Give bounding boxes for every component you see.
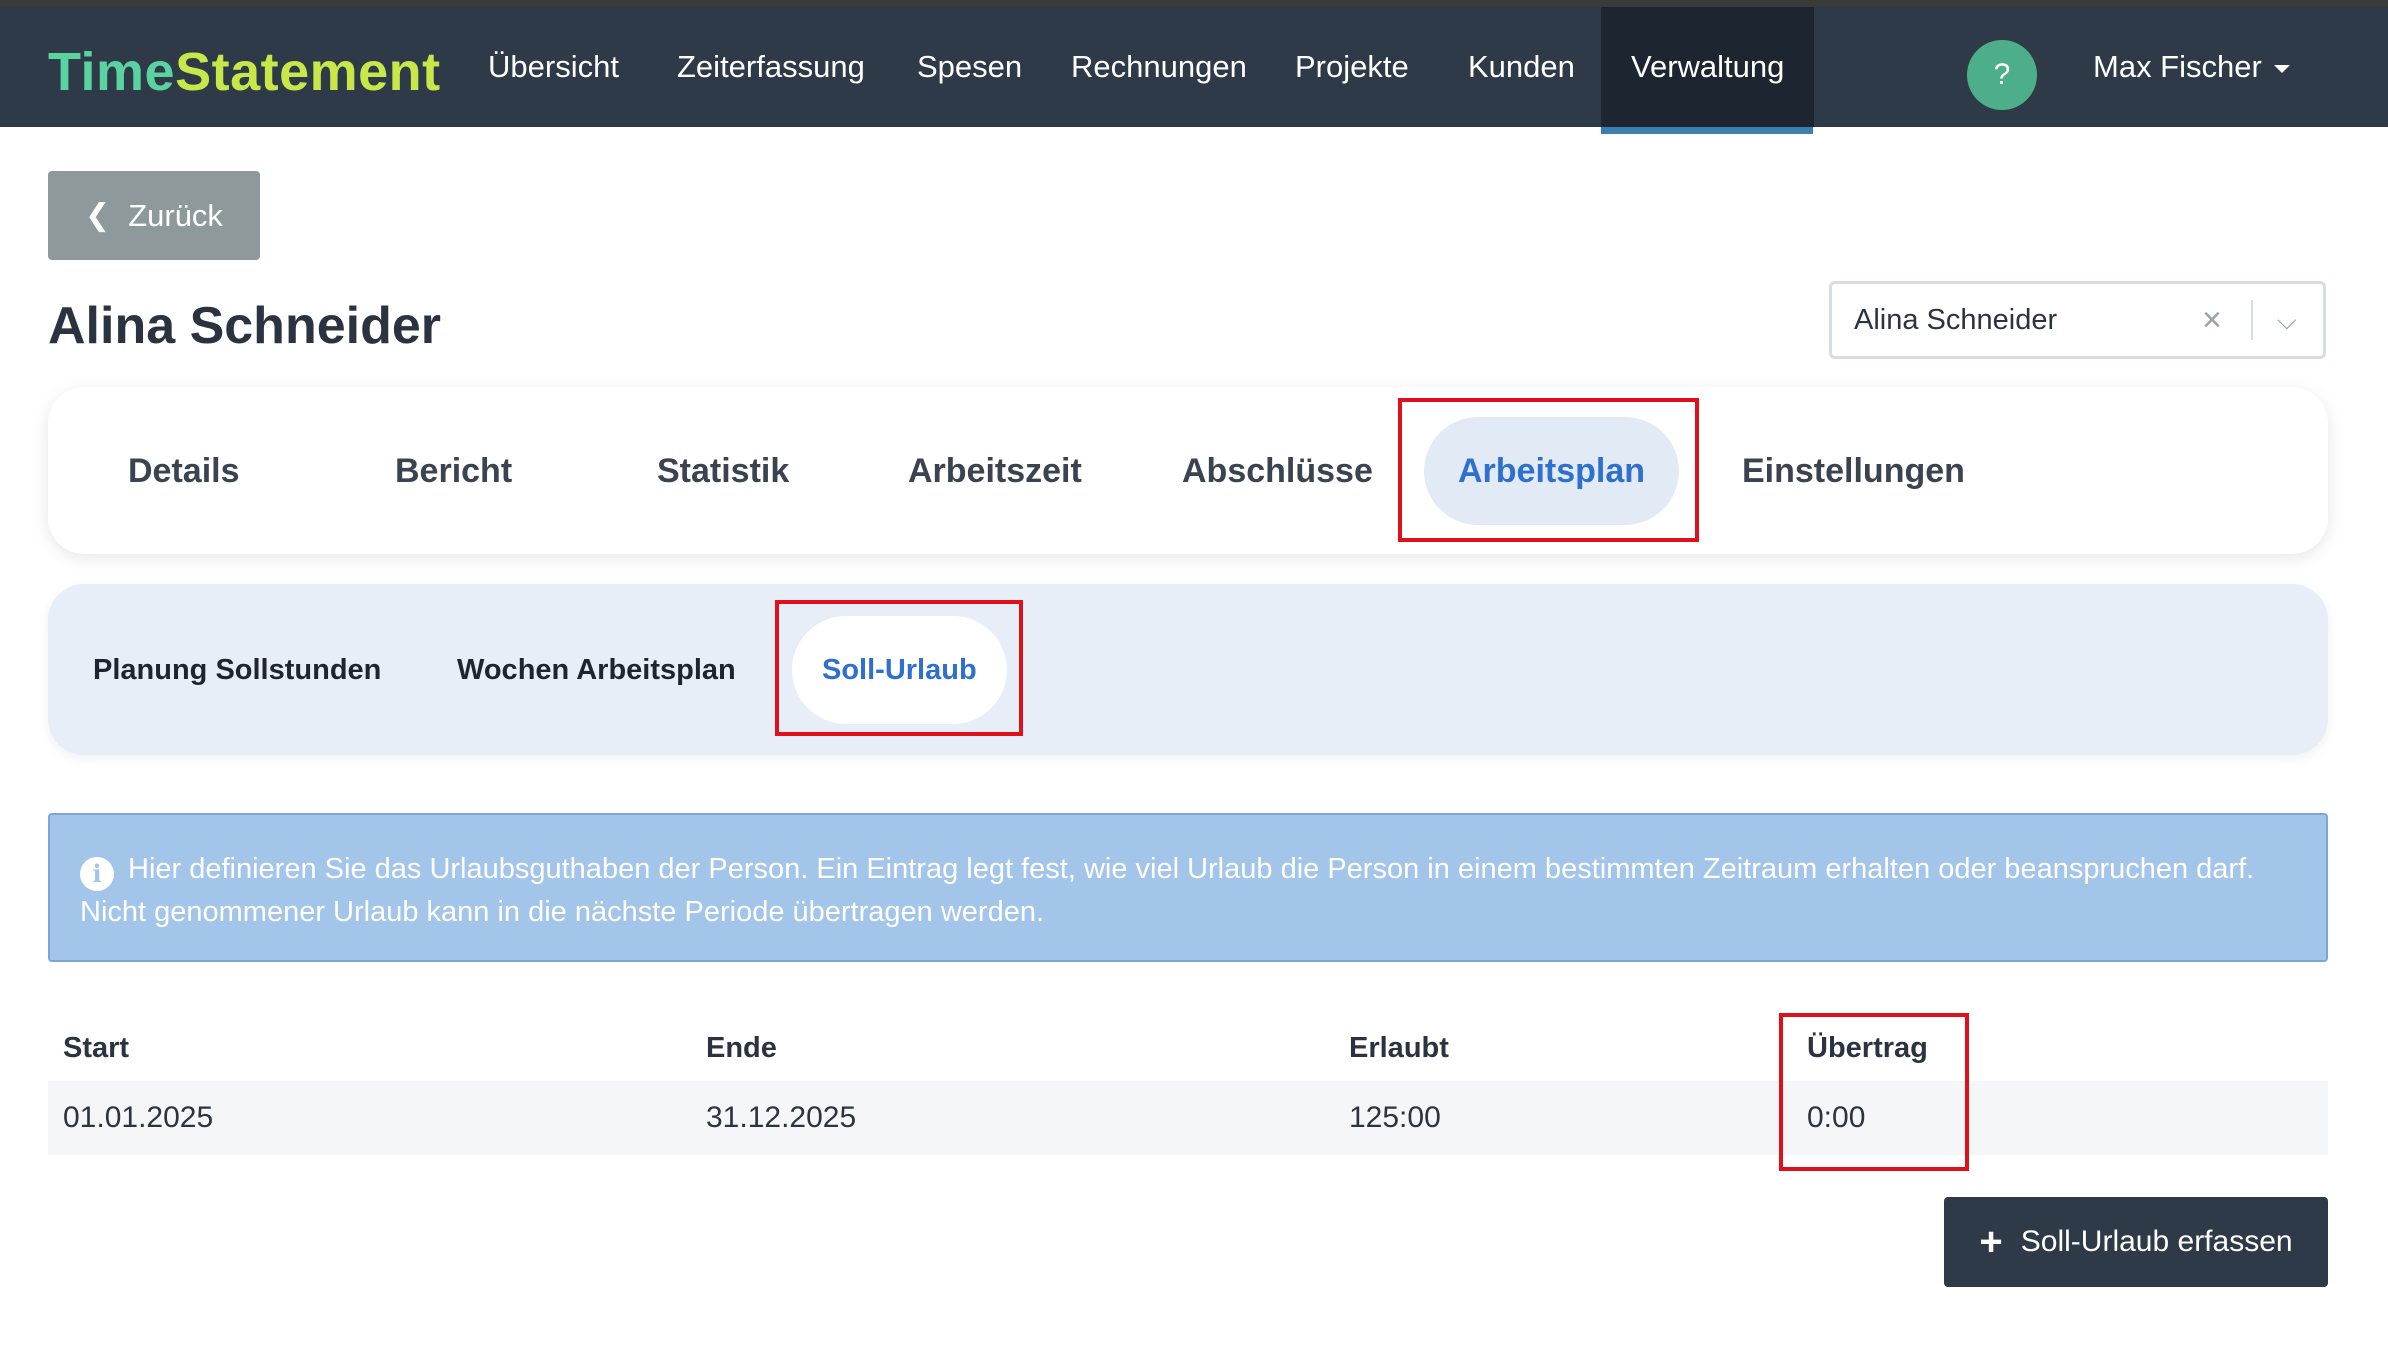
column-header-start[interactable]: Start <box>63 1013 129 1083</box>
user-name: Max Fischer <box>2093 49 2262 84</box>
tab-details[interactable]: Details <box>128 417 240 525</box>
cell-erlaubt: 125:00 <box>1349 1101 1441 1134</box>
tab-arbeitsplan[interactable]: Arbeitsplan <box>1424 417 1680 525</box>
subtab-soll-urlaub[interactable]: Soll-Urlaub <box>792 616 1007 724</box>
info-icon: i <box>80 857 114 891</box>
nav-item-spesen[interactable]: Spesen <box>917 7 1022 127</box>
table-row[interactable]: 01.01.2025 31.12.2025 125:00 0:00 <box>48 1081 2328 1155</box>
user-menu[interactable]: Max Fischer <box>2093 7 2290 127</box>
back-button[interactable]: ❮ Zurück <box>48 171 260 260</box>
column-header-ende[interactable]: Ende <box>706 1013 777 1083</box>
nav-item-kunden[interactable]: Kunden <box>1468 7 1575 127</box>
brand-part-time: Time <box>48 42 176 102</box>
subtab-wochen-arbeitsplan[interactable]: Wochen Arbeitsplan <box>457 616 736 724</box>
info-text-line2: Nicht genommener Urlaub kann in die näch… <box>80 896 1045 928</box>
select-separator <box>2251 300 2253 340</box>
tab-abschluesse[interactable]: Abschlüsse <box>1182 417 1373 525</box>
top-navbar: TimeStatement Übersicht Zeiterfassung Sp… <box>0 7 2388 127</box>
nav-item-verwaltung[interactable]: Verwaltung <box>1601 7 1815 127</box>
chevron-down-icon[interactable]: ⌵ <box>2277 284 2297 356</box>
cell-uebertrag: 0:00 <box>1807 1101 1866 1134</box>
nav-item-uebersicht[interactable]: Übersicht <box>488 7 619 127</box>
info-text-line1: Hier definieren Sie das Urlaubsguthaben … <box>128 853 2255 885</box>
info-alert: i Hier definieren Sie das Urlaubsguthaben… <box>48 813 2328 962</box>
cell-ende: 31.12.2025 <box>706 1101 857 1134</box>
add-soll-urlaub-button[interactable]: + Soll-Urlaub erfassen <box>1944 1197 2328 1287</box>
column-header-uebertrag[interactable]: Übertrag <box>1807 1013 1928 1083</box>
help-button[interactable]: ? <box>1967 40 2037 110</box>
tab-bericht[interactable]: Bericht <box>395 417 512 525</box>
add-button-label: Soll-Urlaub erfassen <box>2020 1225 2293 1258</box>
brand-part-statement: Statement <box>175 42 441 102</box>
tab-arbeitszeit[interactable]: Arbeitszeit <box>908 417 1082 525</box>
chevron-left-icon: ❮ <box>85 199 111 232</box>
nav-active-indicator <box>1601 127 1813 134</box>
column-header-erlaubt[interactable]: Erlaubt <box>1349 1013 1449 1083</box>
table-header: Start Ende Erlaubt Übertrag <box>48 1013 2328 1083</box>
window-top-edge <box>0 0 2388 7</box>
cell-start: 01.01.2025 <box>63 1101 214 1134</box>
sub-tabs-card <box>48 584 2328 755</box>
tab-statistik[interactable]: Statistik <box>657 417 789 525</box>
person-select[interactable]: Alina Schneider × ⌵ <box>1829 281 2326 359</box>
page-title: Alina Schneider <box>48 297 441 355</box>
person-select-value: Alina Schneider <box>1854 304 2058 336</box>
tab-einstellungen[interactable]: Einstellungen <box>1742 417 1965 525</box>
plus-icon: + <box>1979 1220 2003 1264</box>
clear-icon[interactable]: × <box>2202 284 2222 356</box>
nav-item-zeiterfassung[interactable]: Zeiterfassung <box>677 7 865 127</box>
caret-down-icon <box>2273 64 2290 73</box>
nav-item-projekte[interactable]: Projekte <box>1295 7 1409 127</box>
back-button-label: Zurück <box>128 197 223 233</box>
brand-logo[interactable]: TimeStatement <box>48 41 441 103</box>
nav-item-rechnungen[interactable]: Rechnungen <box>1071 7 1247 127</box>
subtab-planung-sollstunden[interactable]: Planung Sollstunden <box>93 616 381 724</box>
